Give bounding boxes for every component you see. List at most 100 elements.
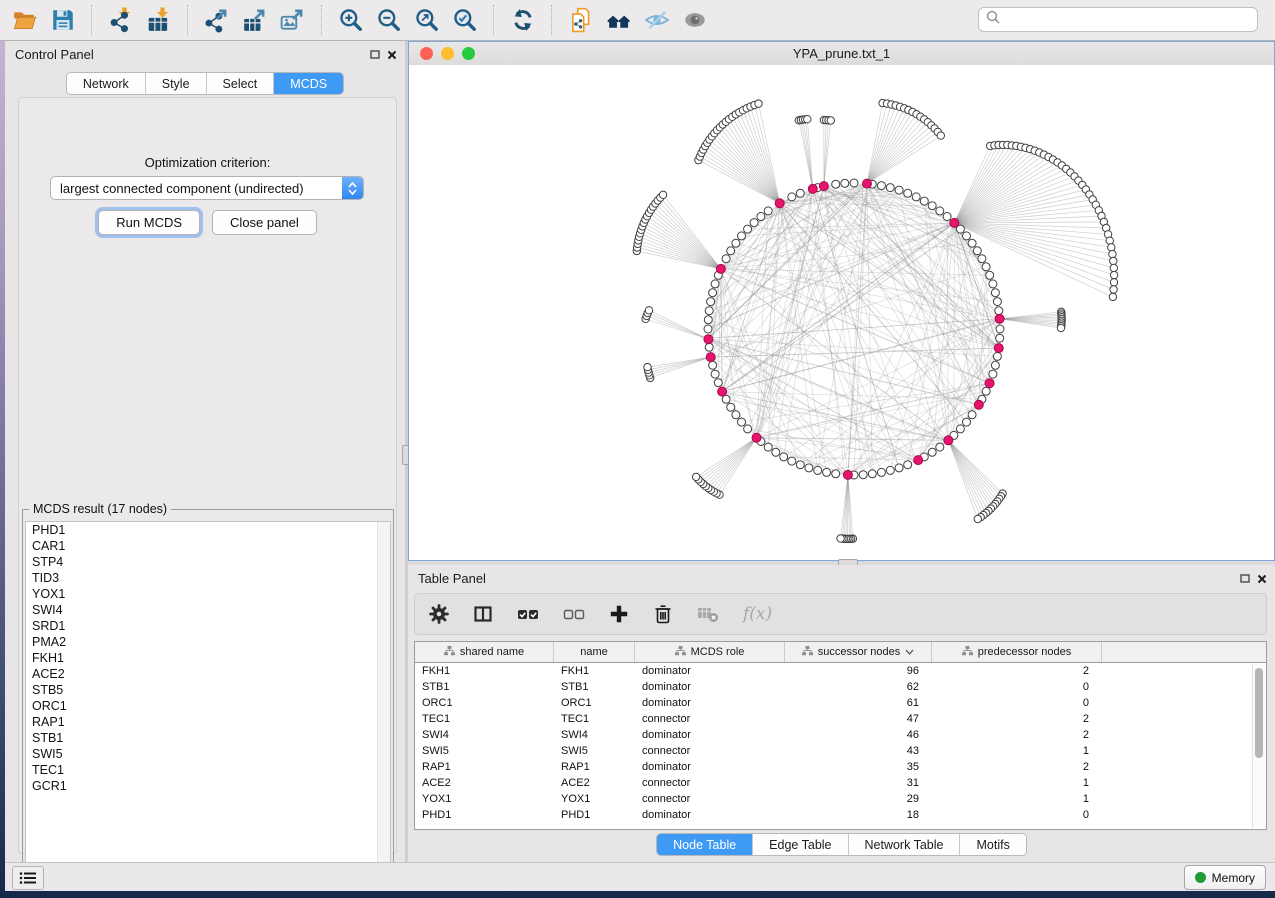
table-row[interactable]: PHD1PHD1dominator180 — [415, 807, 1266, 823]
graph-leaf-node[interactable] — [1110, 286, 1117, 293]
network-graph[interactable] — [409, 65, 1274, 560]
graph-node[interactable] — [920, 197, 928, 205]
search-input[interactable] — [1005, 12, 1250, 28]
criterion-dropdown[interactable]: largest connected component (undirected) — [50, 176, 364, 200]
graph-leaf-node[interactable] — [692, 473, 699, 480]
table-row[interactable]: RAP1RAP1dominator352 — [415, 759, 1266, 775]
close-panel-icon[interactable] — [387, 47, 397, 65]
graph-node[interactable] — [968, 411, 976, 419]
graph-leaf-node[interactable] — [804, 116, 811, 123]
import-network-button[interactable] — [102, 3, 140, 37]
graph-node[interactable] — [991, 289, 999, 297]
graph-node[interactable] — [877, 468, 885, 476]
result-list-item[interactable]: SWI5 — [26, 746, 390, 762]
result-list-item[interactable]: YOX1 — [26, 586, 390, 602]
graph-hub-node[interactable] — [706, 353, 715, 362]
graph-node[interactable] — [973, 247, 981, 255]
graph-node[interactable] — [991, 361, 999, 369]
graph-node[interactable] — [895, 186, 903, 194]
graph-node[interactable] — [850, 179, 858, 187]
panel-list-button[interactable] — [12, 866, 44, 890]
column-header-name[interactable]: name — [554, 642, 635, 662]
memory-button[interactable]: Memory — [1184, 865, 1266, 890]
result-list-item[interactable]: CAR1 — [26, 538, 390, 554]
graph-hub-node[interactable] — [843, 470, 852, 479]
result-list-item[interactable]: STP4 — [26, 554, 390, 570]
graph-node[interactable] — [805, 464, 813, 472]
graph-node[interactable] — [764, 443, 772, 451]
graph-node[interactable] — [727, 247, 735, 255]
graph-leaf-node[interactable] — [827, 117, 834, 124]
graph-node[interactable] — [704, 325, 712, 333]
graph-node[interactable] — [956, 425, 964, 433]
table-row[interactable]: YOX1YOX1connector291 — [415, 791, 1266, 807]
export-image-button[interactable] — [274, 3, 312, 37]
result-list-item[interactable]: PHD1 — [26, 522, 390, 538]
graph-node[interactable] — [796, 189, 804, 197]
graph-node[interactable] — [711, 280, 719, 288]
graph-node[interactable] — [928, 448, 936, 456]
zoom-fit-button[interactable] — [408, 3, 446, 37]
select-all-button[interactable] — [517, 604, 539, 624]
result-list-item[interactable]: FKH1 — [26, 650, 390, 666]
graph-node[interactable] — [895, 464, 903, 472]
graph-node[interactable] — [757, 213, 765, 221]
network-canvas[interactable] — [409, 65, 1274, 560]
graph-node[interactable] — [841, 179, 849, 187]
tab-node-table[interactable]: Node Table — [657, 834, 753, 855]
tab-network[interactable]: Network — [67, 73, 146, 94]
graph-node[interactable] — [744, 225, 752, 233]
graph-hub-node[interactable] — [704, 335, 713, 344]
graph-node[interactable] — [814, 466, 822, 474]
graph-node[interactable] — [722, 255, 730, 263]
export-table-button[interactable] — [236, 3, 274, 37]
graph-node[interactable] — [705, 307, 713, 315]
graph-hub-node[interactable] — [944, 436, 953, 445]
close-table-panel-icon[interactable] — [1257, 571, 1267, 589]
create-column-button[interactable] — [609, 604, 629, 624]
graph-hub-node[interactable] — [716, 264, 725, 273]
graph-leaf-node[interactable] — [937, 132, 944, 139]
table-row[interactable]: ORC1ORC1dominator610 — [415, 695, 1266, 711]
graph-node[interactable] — [738, 418, 746, 426]
table-row[interactable]: STB1STB1dominator620 — [415, 679, 1266, 695]
result-list-item[interactable]: ACE2 — [26, 666, 390, 682]
import-table-button[interactable] — [140, 3, 178, 37]
close-window-icon[interactable] — [420, 47, 433, 60]
graph-node[interactable] — [936, 207, 944, 215]
table-row[interactable]: SWI5SWI5connector431 — [415, 743, 1266, 759]
graph-leaf-node[interactable] — [645, 307, 652, 314]
graph-leaf-node[interactable] — [659, 191, 666, 198]
table-mode-gear-button[interactable] — [429, 604, 449, 624]
graph-node[interactable] — [996, 325, 1004, 333]
export-network-button[interactable] — [198, 3, 236, 37]
graph-node[interactable] — [986, 271, 994, 279]
graph-hub-node[interactable] — [718, 387, 727, 396]
graph-node[interactable] — [704, 316, 712, 324]
graph-leaf-node[interactable] — [837, 535, 844, 542]
graph-node[interactable] — [750, 219, 758, 227]
search-box[interactable] — [978, 7, 1258, 32]
column-header-successor-nodes[interactable]: successor nodes — [785, 642, 932, 662]
graph-hub-node[interactable] — [974, 400, 983, 409]
column-header-predecessor-nodes[interactable]: predecessor nodes — [932, 642, 1102, 662]
result-list-item[interactable]: PMA2 — [26, 634, 390, 650]
graph-hub-node[interactable] — [752, 433, 761, 442]
zoom-in-button[interactable] — [332, 3, 370, 37]
graph-hub-node[interactable] — [994, 344, 1003, 353]
graph-node[interactable] — [993, 298, 1001, 306]
graph-leaf-node[interactable] — [1110, 279, 1117, 286]
graph-node[interactable] — [943, 213, 951, 221]
graph-node[interactable] — [868, 470, 876, 478]
graph-node[interactable] — [709, 289, 717, 297]
result-list-item[interactable]: STB1 — [26, 730, 390, 746]
graph-node[interactable] — [788, 193, 796, 201]
graph-node[interactable] — [859, 471, 867, 479]
graph-leaf-node[interactable] — [1108, 244, 1115, 251]
graph-hub-node[interactable] — [914, 456, 923, 465]
graph-node[interactable] — [968, 239, 976, 247]
result-list-item[interactable]: STB5 — [26, 682, 390, 698]
graph-node[interactable] — [982, 263, 990, 271]
copy-network-button[interactable] — [562, 3, 600, 37]
column-header-MCDS-role[interactable]: MCDS role — [635, 642, 785, 662]
